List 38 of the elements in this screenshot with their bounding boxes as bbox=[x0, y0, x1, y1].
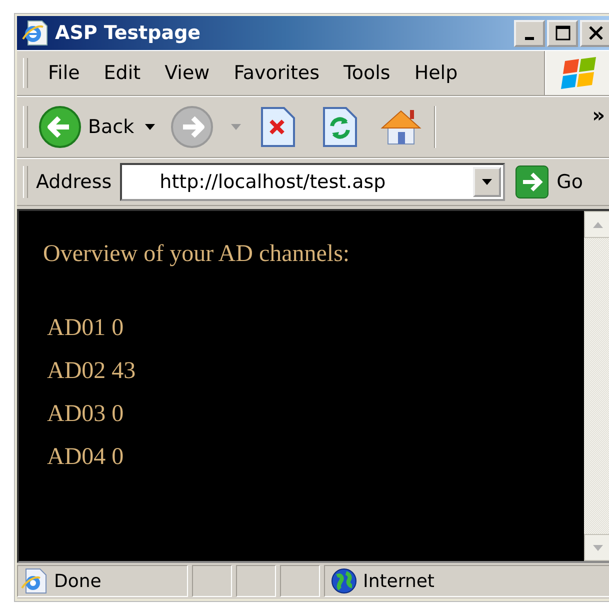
status-panel bbox=[236, 565, 276, 597]
up-arrow-icon bbox=[592, 220, 604, 228]
dropdown-caret-icon[interactable] bbox=[144, 123, 156, 131]
menu-item[interactable]: Help bbox=[402, 62, 470, 84]
status-text: Done bbox=[17, 565, 188, 597]
channel-reading: AD01 0 bbox=[47, 314, 125, 343]
globe-icon bbox=[331, 568, 358, 594]
maximize-icon bbox=[554, 25, 570, 41]
stop-button[interactable] bbox=[260, 106, 296, 148]
caret-icon bbox=[480, 178, 493, 186]
app-icon bbox=[21, 19, 49, 47]
close-button[interactable] bbox=[580, 20, 609, 46]
address-field[interactable]: http://localhost/test.asp bbox=[120, 163, 505, 201]
security-zone: Internet bbox=[324, 565, 609, 597]
address-label: Address bbox=[36, 171, 112, 193]
menu-item[interactable]: Tools bbox=[332, 62, 402, 84]
menu-item[interactable]: File bbox=[36, 62, 92, 84]
page-icon bbox=[20, 567, 48, 595]
page-heading: Overview of your AD channels: bbox=[43, 241, 351, 268]
go-button[interactable]: Go bbox=[514, 165, 584, 199]
channel-reading: AD04 0 bbox=[47, 443, 125, 472]
dropdown-button[interactable] bbox=[472, 167, 501, 197]
refresh-button[interactable] bbox=[322, 106, 358, 148]
minimize-button[interactable] bbox=[514, 20, 545, 46]
minimize-icon bbox=[525, 36, 534, 40]
menu-item[interactable]: Favorites bbox=[222, 62, 332, 84]
close-icon bbox=[588, 25, 604, 41]
window-title: ASP Testpage bbox=[55, 22, 202, 44]
channel-reading: AD03 0 bbox=[47, 400, 125, 429]
down-arrow-icon bbox=[592, 544, 604, 552]
toolbar-overflow-button[interactable]: » bbox=[592, 103, 605, 127]
back-button[interactable]: Back bbox=[36, 105, 144, 149]
status-panel bbox=[280, 565, 320, 597]
menu-item[interactable]: Edit bbox=[92, 62, 153, 84]
maximize-button[interactable] bbox=[547, 20, 578, 46]
channel-reading: AD02 43 bbox=[47, 357, 137, 386]
menu-item[interactable]: View bbox=[152, 62, 222, 84]
status-panel bbox=[192, 565, 232, 597]
